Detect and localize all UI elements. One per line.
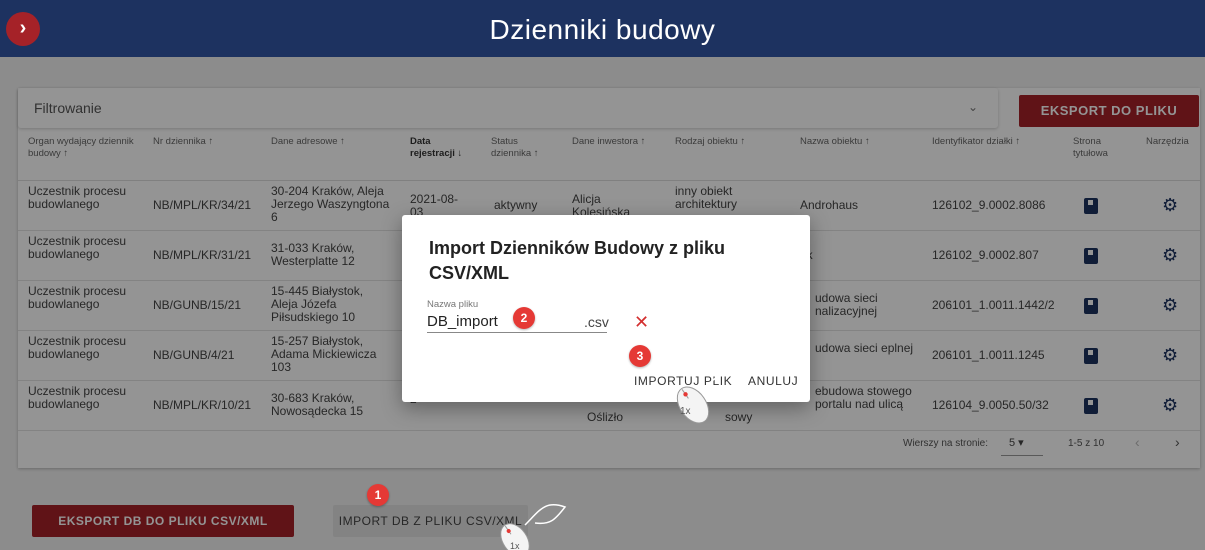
mouse-click-icon: 1x [676, 373, 747, 424]
step-marker-2: 2 [513, 307, 535, 329]
step-marker-3: 3 [629, 345, 651, 367]
click-count-badge: 1x [510, 541, 520, 550]
cancel-button[interactable]: ANULUJ [748, 374, 798, 388]
file-extension-suffix: .csv [584, 314, 609, 330]
dialog-title: Import Dzienników Budowy z pliku CSV/XML [429, 238, 726, 283]
app-header: › Dzienniki budowy [0, 0, 1205, 57]
page-title: Dzienniki budowy [489, 14, 716, 45]
clear-icon[interactable]: ✕ [634, 312, 649, 333]
click-count-badge: 1x [680, 406, 691, 417]
import-dialog: Import Dzienników Budowy z pliku CSV/XML… [402, 215, 810, 402]
file-name-label: Nazwa pliku [427, 299, 479, 310]
step-marker-1: 1 [367, 484, 389, 506]
mouse-click-icon: 1x [500, 504, 567, 550]
